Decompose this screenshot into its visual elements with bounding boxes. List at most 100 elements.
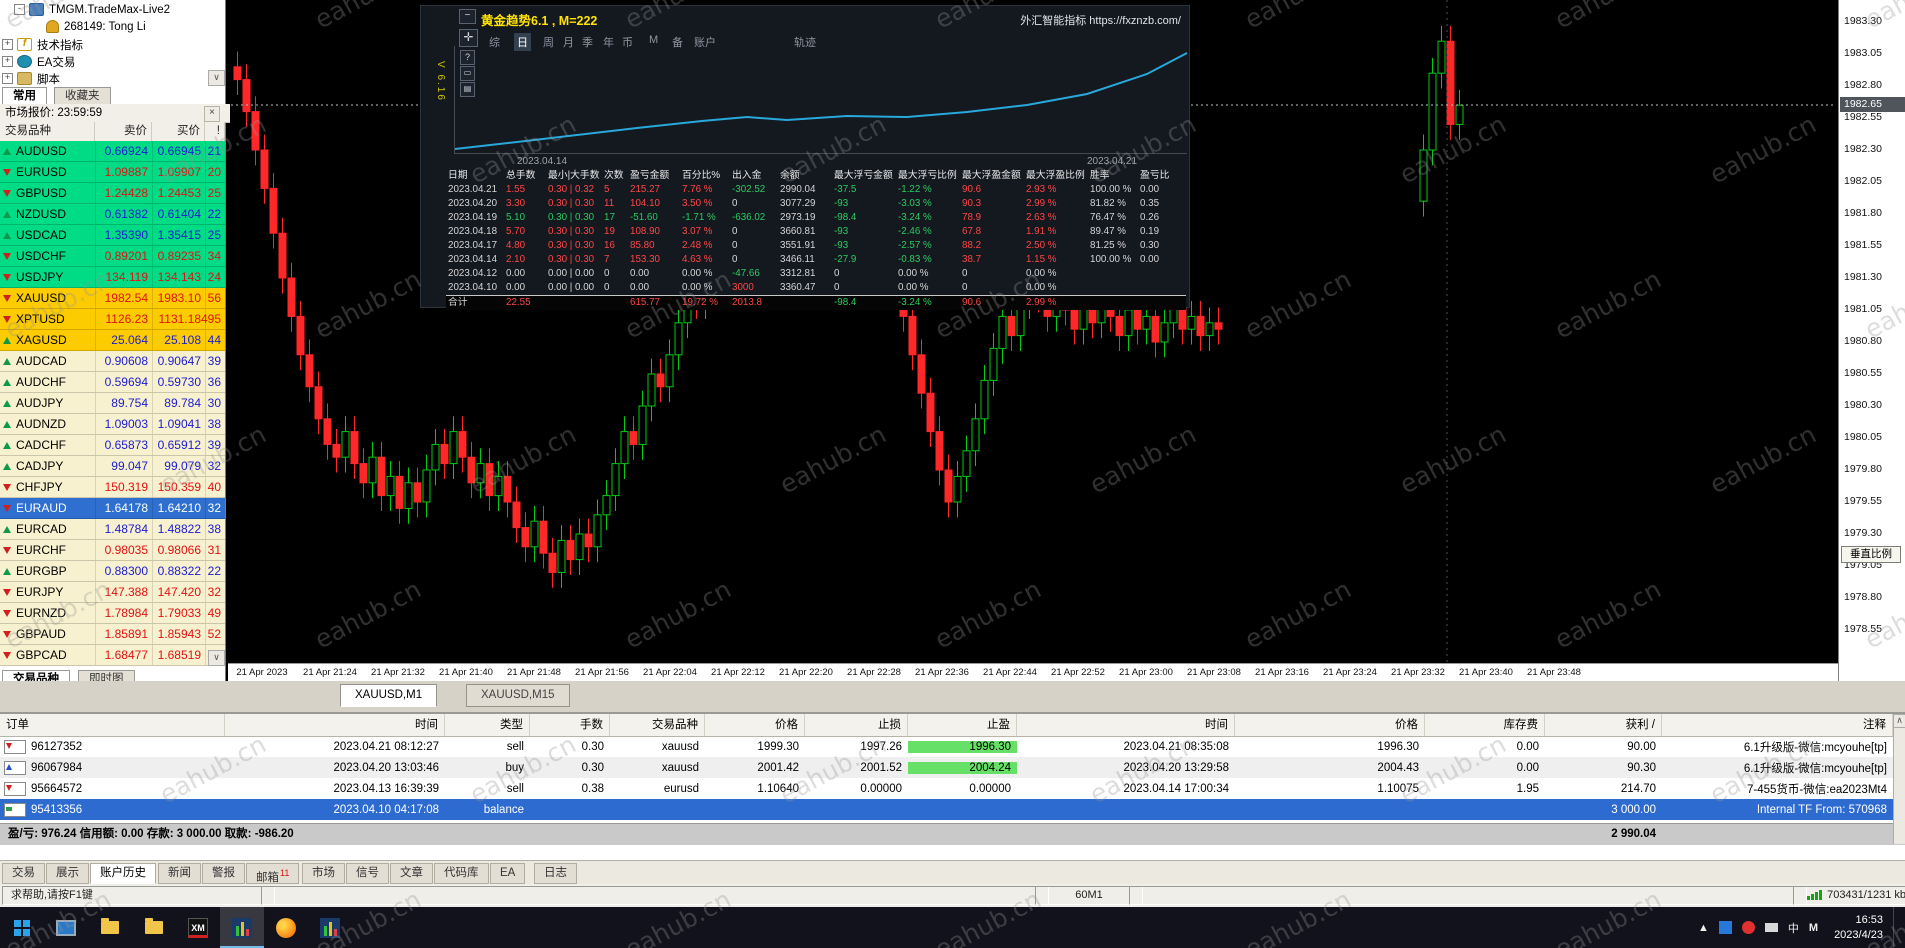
orders-scrollbar[interactable]: ∧ — [1893, 714, 1905, 844]
terminal-tab-市场[interactable]: 市场 — [302, 863, 345, 884]
expand-icon[interactable]: + — [2, 73, 13, 84]
scroll-up-icon[interactable]: ∧ — [1893, 714, 1905, 728]
tray-app-icon-blue[interactable] — [1718, 921, 1732, 934]
market-watch-scroll-down[interactable]: ∨ — [208, 650, 225, 666]
orders-table-header[interactable]: 订单 时间 类型 手数 交易品种 价格 止损 止盈 时间 价格 库存费 获利 / 注释 — [0, 714, 1893, 737]
market-watch-row[interactable]: EURCHF 0.98035 0.98066 31 — [0, 540, 225, 561]
indicator-menu-item-账户[interactable]: 账户 — [691, 33, 719, 51]
indicator-menu-item-综[interactable]: 综 — [486, 33, 503, 51]
col-symbol[interactable]: 交易品种 — [0, 122, 95, 141]
indicator-menu-item-周[interactable]: 周 — [540, 33, 557, 51]
orders-col-7[interactable]: 止盈 — [908, 714, 1017, 736]
orders-col-5[interactable]: 价格 — [705, 714, 805, 736]
market-watch-row[interactable]: EURUSD 1.09887 1.09907 20 — [0, 162, 225, 183]
market-watch-row[interactable]: USDCAD 1.35390 1.35415 25 — [0, 225, 225, 246]
indicator-menu-item-币[interactable]: 币 — [619, 33, 636, 51]
taskbar-app-xm[interactable]: XM — [176, 907, 220, 948]
orders-col-12[interactable]: 注释 — [1662, 714, 1893, 736]
nav-item-scripts[interactable]: + 脚本 — [2, 70, 60, 87]
market-watch-row[interactable]: EURAUD 1.64178 1.64210 32 — [0, 498, 225, 519]
taskbar-app-mt4-active[interactable] — [220, 907, 264, 948]
market-watch-row[interactable]: AUDJPY 89.754 89.784 30 — [0, 393, 225, 414]
indicator-menu-item-月[interactable]: 月 — [560, 33, 577, 51]
market-watch-row[interactable]: XAUUSD 1982.54 1983.10 56 — [0, 288, 225, 309]
market-watch-row[interactable]: EURNZD 1.78984 1.79033 49 — [0, 603, 225, 624]
chart-tab-xauusd-m15[interactable]: XAUUSD,M15 — [466, 684, 570, 707]
start-button[interactable] — [0, 907, 44, 948]
nav-account-server[interactable]: - TMGM.TradeMax-Live2 — [14, 1, 170, 18]
terminal-tab-邮箱[interactable]: 邮箱11 — [246, 863, 300, 884]
chart-tab-xauusd-m1[interactable]: XAUUSD,M1 — [340, 684, 438, 707]
orders-col-3[interactable]: 手数 — [530, 714, 610, 736]
orders-col-2[interactable]: 类型 — [445, 714, 530, 736]
expand-icon[interactable]: + — [2, 56, 13, 67]
taskbar-app-explorer[interactable] — [88, 907, 132, 948]
price-axis[interactable]: 1983.30 1983.05 1982.80 1982.55 1982.30 1982.… — [1838, 0, 1905, 681]
col-spread[interactable]: ! — [205, 122, 225, 141]
terminal-tab-展示[interactable]: 展示 — [46, 863, 89, 884]
keyboard-icon[interactable] — [1764, 923, 1778, 932]
orders-col-8[interactable]: 时间 — [1017, 714, 1235, 736]
market-watch-row[interactable]: CHFJPY 150.319 150.359 40 — [0, 477, 225, 498]
market-watch-row[interactable]: GBPAUD 1.85891 1.85943 52 — [0, 624, 225, 645]
market-watch-row[interactable]: USDJPY 134.119 134.143 24 — [0, 267, 225, 288]
taskbar-clock[interactable]: 16:53 2023/4/23 — [1828, 913, 1883, 943]
indicator-menu-item-备[interactable]: 备 — [669, 33, 686, 51]
market-watch-row[interactable]: AUDCHF 0.59694 0.59730 36 — [0, 372, 225, 393]
nav-account-user[interactable]: 268149: Tong Li — [46, 18, 146, 35]
orders-col-4[interactable]: 交易品种 — [610, 714, 705, 736]
market-watch-row[interactable]: EURGBP 0.88300 0.88322 22 — [0, 561, 225, 582]
minimize-icon[interactable]: − — [459, 9, 476, 24]
order-row[interactable]: 95413356 2023.04.10 04:17:08 balance 3 000.… — [0, 799, 1893, 820]
market-watch-row[interactable]: XPTUSD 1126.23 1131.18 495 — [0, 309, 225, 330]
order-row[interactable]: 96067984 2023.04.20 13:03:46 buy 0.30 xauusd… — [0, 757, 1893, 778]
move-icon[interactable]: ✛ — [459, 29, 478, 47]
nav-item-ea[interactable]: + EA交易 — [2, 53, 75, 70]
terminal-tab-文章[interactable]: 文章 — [390, 863, 433, 884]
order-row[interactable]: 95664572 2023.04.13 16:39:39 sell 0.38 eurus… — [0, 778, 1893, 799]
indicator-brand-link[interactable]: 外汇智能指标 https://fxznzb.com/ — [1020, 12, 1181, 28]
market-watch-row[interactable]: GBPUSD 1.24428 1.24453 25 — [0, 183, 225, 204]
market-watch-row[interactable]: CADJPY 99.047 99.079 32 — [0, 456, 225, 477]
orders-col-11[interactable]: 获利 / — [1545, 714, 1662, 736]
market-watch-row[interactable]: AUDCAD 0.90608 0.90647 39 — [0, 351, 225, 372]
market-watch-row[interactable]: GBPCAD1.684771.6851942 — [0, 645, 225, 666]
indicator-menu-item-M[interactable]: M — [646, 33, 661, 47]
navigator-scroll-down[interactable]: ∨ — [208, 70, 225, 86]
terminal-tab-EA[interactable]: EA — [490, 863, 526, 884]
terminal-tab-交易[interactable]: 交易 — [2, 863, 45, 884]
market-watch-row[interactable]: NZDUSD 0.61382 0.61404 22 — [0, 204, 225, 225]
close-icon[interactable]: × — [204, 106, 220, 122]
taskbar-app-folder[interactable] — [132, 907, 176, 948]
time-axis[interactable]: 21 Apr 2023 21 Apr 21:24 21 Apr 21:32 21 Ap… — [228, 663, 1838, 682]
market-watch-row[interactable]: USDCHF 0.89201 0.89235 34 — [0, 246, 225, 267]
market-watch-row[interactable]: AUDUSD 0.66924 0.66945 21 — [0, 141, 225, 162]
tray-chevron-icon[interactable]: ▲ — [1698, 922, 1709, 934]
tray-app-icon-red[interactable] — [1741, 921, 1755, 934]
taskbar-app-pc[interactable] — [44, 907, 88, 948]
indicator-menu-item-轨迹[interactable]: 轨迹 — [791, 33, 819, 51]
expand-icon[interactable]: + — [2, 39, 13, 50]
orders-col-6[interactable]: 止损 — [805, 714, 908, 736]
market-watch-header[interactable]: 交易品种 卖价 买价 ! — [0, 122, 225, 142]
indicator-menu-item-季[interactable]: 季 — [579, 33, 596, 51]
ime-mode-indicator[interactable]: M — [1809, 922, 1818, 934]
terminal-tab-日志[interactable]: 日志 — [534, 863, 577, 884]
orders-col-1[interactable]: 时间 — [225, 714, 445, 736]
indicator-menu-item-日[interactable]: 日 — [514, 33, 531, 51]
terminal-tab-新闻[interactable]: 新闻 — [158, 863, 201, 884]
terminal-tab-代码库[interactable]: 代码库 — [434, 863, 489, 884]
taskbar-app-firefox[interactable] — [264, 907, 308, 948]
orders-col-9[interactable]: 价格 — [1235, 714, 1425, 736]
orders-col-0[interactable]: 订单 — [0, 714, 225, 736]
market-watch-row[interactable]: EURCAD 1.48784 1.48822 38 — [0, 519, 225, 540]
taskbar-app-mt4[interactable] — [308, 907, 352, 948]
terminal-tab-信号[interactable]: 信号 — [346, 863, 389, 884]
market-watch-row[interactable]: AUDNZD 1.09003 1.09041 38 — [0, 414, 225, 435]
indicator-menu-item-年[interactable]: 年 — [600, 33, 617, 51]
market-watch-row[interactable]: EURJPY 147.388 147.420 32 — [0, 582, 225, 603]
col-ask[interactable]: 买价 — [152, 122, 205, 141]
nav-item-indicators[interactable]: + f 技术指标 — [2, 36, 83, 53]
col-bid[interactable]: 卖价 — [95, 122, 152, 141]
order-row[interactable]: 96127352 2023.04.21 08:12:27 sell 0.30 xauus… — [0, 736, 1893, 757]
